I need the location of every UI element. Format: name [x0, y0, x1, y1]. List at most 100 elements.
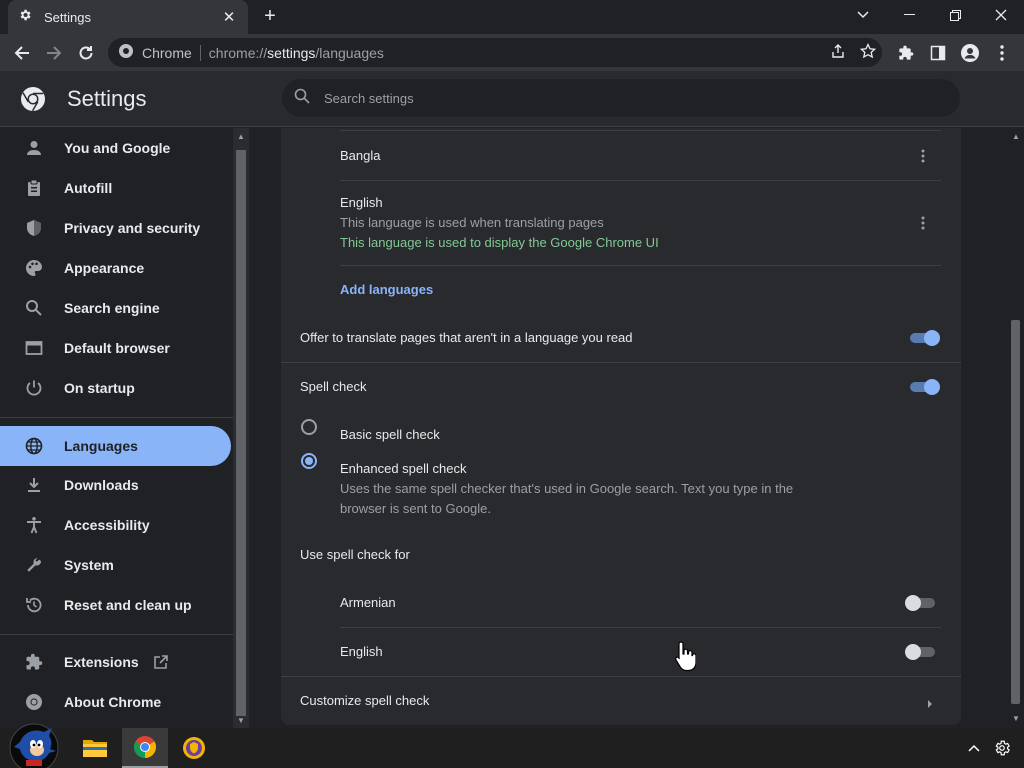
sidebar-item-about-chrome[interactable]: About Chrome — [0, 682, 231, 722]
chevron-right-icon[interactable] — [927, 696, 933, 714]
add-languages-button[interactable]: Add languages — [340, 282, 433, 297]
sidebar-item-label: Search engine — [64, 300, 160, 316]
settings-header: Settings — [0, 71, 1024, 127]
divider — [281, 676, 961, 677]
offer-translate-label: Offer to translate pages that aren't in … — [300, 330, 633, 345]
basic-spell-check-label[interactable]: Basic spell check — [340, 427, 440, 442]
sidebar-item-label: Languages — [64, 438, 138, 454]
basic-spell-check-radio[interactable] — [301, 419, 317, 435]
main-scrollbar[interactable]: ▲ ▼ — [1007, 128, 1024, 728]
user-avatar-icon[interactable] — [6, 722, 62, 768]
reload-button[interactable] — [72, 39, 100, 67]
menu-kebab-icon[interactable] — [988, 39, 1016, 67]
os-taskbar — [0, 728, 1024, 768]
sidebar-item-label: Appearance — [64, 260, 145, 276]
divider — [340, 627, 941, 628]
sidebar-item-label: Autofill — [64, 180, 113, 196]
sidebar-item-search-engine[interactable]: Search engine — [0, 288, 231, 328]
download-icon — [24, 475, 44, 495]
spell-lang-armenian-toggle[interactable] — [905, 594, 937, 612]
spell-check-label: Spell check — [300, 379, 367, 394]
restore-button[interactable] — [932, 0, 978, 30]
sidebar-item-default-browser[interactable]: Default browser — [0, 328, 231, 368]
enhanced-spell-check-desc-2: browser is sent to Google. — [340, 501, 492, 516]
sidebar-item-on-startup[interactable]: On startup — [0, 368, 231, 408]
forward-button[interactable] — [40, 39, 68, 67]
share-icon[interactable] — [830, 43, 846, 62]
shield-icon — [24, 218, 44, 238]
close-tab-icon[interactable]: ✕ — [220, 8, 238, 26]
offer-translate-toggle[interactable] — [908, 329, 940, 347]
sidebar-item-languages[interactable]: Languages — [0, 426, 231, 466]
search-icon — [294, 88, 310, 109]
profile-icon[interactable] — [956, 39, 984, 67]
scroll-down-arrow-icon[interactable]: ▼ — [236, 716, 246, 726]
sidebar-item-autofill[interactable]: Autofill — [0, 168, 231, 208]
spell-check-toggle[interactable] — [908, 378, 940, 396]
tab-strip: Settings ✕ + — [0, 0, 1024, 34]
omnibox-divider — [199, 44, 201, 61]
sidebar-item-label: Downloads — [64, 477, 139, 493]
divider — [340, 130, 941, 131]
close-window-button[interactable] — [978, 0, 1024, 30]
divider — [281, 362, 961, 363]
sidebar-item-label: Accessibility — [64, 517, 150, 533]
divider — [340, 265, 941, 266]
wrench-icon — [24, 555, 44, 575]
enhanced-spell-check-radio[interactable] — [301, 453, 317, 469]
chrome-icon — [24, 692, 44, 712]
sidebar-item-downloads[interactable]: Downloads — [0, 465, 231, 505]
bookmark-star-icon[interactable] — [859, 42, 877, 62]
sidebar-item-appearance[interactable]: Appearance — [0, 248, 231, 288]
hand-cursor-icon — [674, 640, 697, 679]
sidebar-item-reset-and-clean-up[interactable]: Reset and clean up — [0, 585, 231, 625]
reset-icon — [24, 595, 44, 615]
back-button[interactable] — [8, 39, 36, 67]
scroll-up-arrow-icon[interactable]: ▲ — [1011, 132, 1021, 142]
tab-settings[interactable]: Settings ✕ — [8, 0, 248, 34]
search-input[interactable] — [324, 90, 924, 106]
url-scheme: chrome:// — [208, 44, 268, 61]
sidebar-scroll-thumb[interactable] — [236, 150, 246, 716]
sidebar-item-you-and-google[interactable]: You and Google — [0, 128, 231, 168]
sidebar-item-accessibility[interactable]: Accessibility — [0, 505, 231, 545]
tab-title: Settings — [44, 9, 91, 25]
page-title: Settings — [67, 86, 147, 111]
accessibility-icon — [24, 515, 44, 535]
sidebar-item-label: Default browser — [64, 340, 170, 356]
spell-lang-english-toggle[interactable] — [905, 643, 937, 661]
file-explorer-icon[interactable] — [72, 728, 118, 768]
scroll-down-arrow-icon[interactable]: ▼ — [1011, 714, 1021, 724]
sidebar-item-privacy-and-security[interactable]: Privacy and security — [0, 208, 231, 248]
sidebar-item-system[interactable]: System — [0, 545, 231, 585]
chrome-site-icon — [118, 43, 134, 62]
side-panel-icon[interactable] — [924, 39, 952, 67]
browser-icon — [24, 338, 44, 358]
settings-main: Bangla English This language is used whe… — [249, 128, 1007, 728]
tab-search-chevron-icon[interactable] — [840, 0, 886, 30]
main-scroll-thumb[interactable] — [1011, 320, 1020, 704]
customize-spell-check-link[interactable]: Customize spell check — [300, 693, 429, 708]
enhanced-spell-check-desc-1: Uses the same spell checker that's used … — [340, 481, 794, 496]
sidebar-scrollbar[interactable]: ▲ ▼ — [233, 128, 249, 728]
sidebar-item-extensions[interactable]: Extensions — [0, 642, 231, 682]
spell-lang-armenian: Armenian — [340, 595, 396, 610]
sidebar-item-label: About Chrome — [64, 694, 162, 710]
chrome-taskbar-icon[interactable] — [122, 728, 168, 768]
extensions-puzzle-icon[interactable] — [892, 39, 920, 67]
scroll-up-arrow-icon[interactable]: ▲ — [236, 132, 246, 142]
settings-search[interactable] — [282, 79, 960, 117]
new-tab-button[interactable]: + — [260, 5, 280, 27]
more-actions-kebab-icon[interactable] — [913, 146, 933, 166]
brave-vpn-icon[interactable] — [171, 728, 217, 768]
address-bar[interactable]: Chrome chrome:// settings /languages — [108, 38, 882, 67]
language-name-english: English — [340, 195, 383, 210]
puzzle-icon — [24, 652, 44, 672]
minimize-button[interactable] — [886, 0, 932, 30]
site-label: Chrome — [142, 44, 192, 61]
taskbar-settings-gear-icon[interactable] — [982, 728, 1022, 768]
languages-card: Bangla English This language is used whe… — [281, 128, 961, 725]
sidebar-item-label: On startup — [64, 380, 135, 396]
enhanced-spell-check-label[interactable]: Enhanced spell check — [340, 461, 466, 476]
more-actions-kebab-icon[interactable] — [913, 213, 933, 233]
